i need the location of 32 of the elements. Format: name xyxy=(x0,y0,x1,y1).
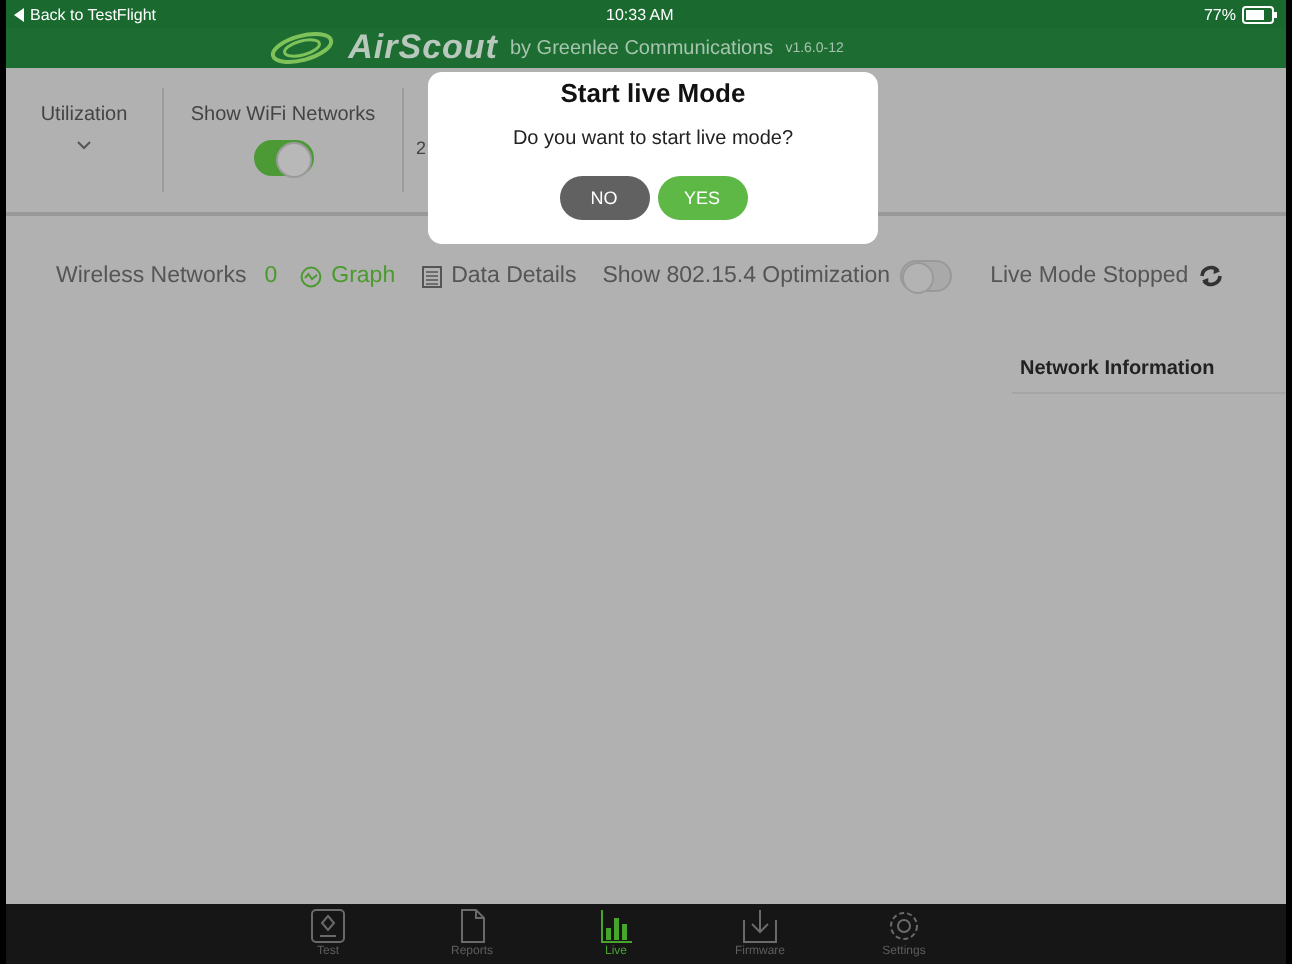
company-name: by Greenlee Communications xyxy=(509,37,774,59)
download-icon xyxy=(742,908,778,944)
dialog-title: Start live Mode xyxy=(560,78,746,108)
dialog-message: Do you want to start live mode? xyxy=(512,128,794,150)
clock-time: 10:33 AM xyxy=(606,5,674,23)
wireless-networks-label: Wireless Networks xyxy=(56,264,247,288)
gear-icon xyxy=(886,908,922,944)
live-status: Live Mode Stopped xyxy=(990,264,1189,288)
network-count: 0 xyxy=(264,264,278,288)
panel-title: Network Information xyxy=(1012,358,1286,394)
graph-icon xyxy=(299,265,322,287)
bar-chart-icon xyxy=(598,908,634,944)
diamond-screen-icon xyxy=(310,908,346,944)
battery-percent: 77% xyxy=(1203,5,1236,23)
list-icon xyxy=(421,265,442,287)
view-tab[interactable]: Graph xyxy=(331,264,396,288)
swoosh-logo-icon xyxy=(268,32,337,64)
app-name: AirScout xyxy=(348,28,498,68)
optimization-label: Show 802.15.4 Optimization xyxy=(602,264,891,288)
view-tab[interactable]: Data Details xyxy=(451,264,577,288)
back-link[interactable]: Back to TestFlight xyxy=(30,5,156,23)
battery-icon xyxy=(1242,5,1278,23)
back-triangle-icon xyxy=(14,7,24,21)
wifi-toggle[interactable] xyxy=(253,140,313,176)
yes-button[interactable]: YES xyxy=(657,176,747,220)
refresh-icon[interactable] xyxy=(1198,264,1225,288)
partial-label: 2 xyxy=(416,138,427,158)
chevron-down-icon xyxy=(76,140,92,150)
wifi-label: Show WiFi Networks xyxy=(190,104,376,126)
optimization-toggle[interactable] xyxy=(900,260,953,292)
no-button[interactable]: NO xyxy=(559,176,649,220)
utilization-dropdown[interactable]: Utilization xyxy=(40,104,128,126)
